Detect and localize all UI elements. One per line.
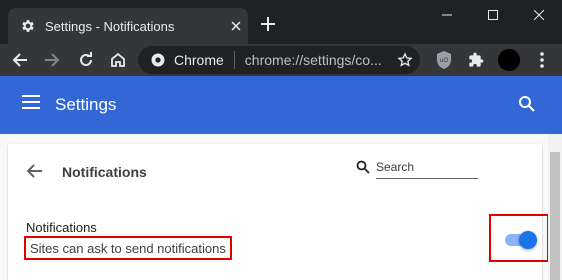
minimize-icon[interactable] xyxy=(424,0,470,30)
search-input[interactable] xyxy=(376,155,478,179)
star-icon[interactable] xyxy=(396,51,414,69)
plus-icon[interactable] xyxy=(258,14,278,34)
tab-title: Settings - Notifications xyxy=(45,18,175,34)
menu-dots-icon[interactable] xyxy=(530,48,554,72)
search-icon xyxy=(356,160,376,180)
avatar[interactable] xyxy=(498,49,520,71)
chrome-logo-icon xyxy=(150,52,166,68)
back-arrow-icon[interactable] xyxy=(26,162,46,182)
back-arrow-icon[interactable] xyxy=(8,48,32,72)
tab-strip: Settings - Notifications xyxy=(0,0,562,44)
gear-icon xyxy=(20,18,36,34)
close-icon[interactable] xyxy=(227,17,245,35)
browser-toolbar: Chrome chrome://settings/co... uO xyxy=(0,44,562,76)
toggle-knob xyxy=(519,231,537,249)
notifications-row-sublabel: Sites can ask to send notifications xyxy=(24,236,232,260)
settings-header: Settings xyxy=(0,76,562,134)
extensions-puzzle-icon[interactable] xyxy=(464,48,488,72)
hamburger-menu-icon[interactable] xyxy=(22,95,42,115)
omnibox-url[interactable]: chrome://settings/co... xyxy=(245,52,395,68)
notifications-toggle[interactable] xyxy=(505,231,537,249)
search-icon[interactable] xyxy=(518,95,538,115)
home-icon[interactable] xyxy=(106,48,130,72)
settings-title: Settings xyxy=(55,95,117,114)
ublock-icon[interactable]: uO xyxy=(432,48,456,72)
omnibox[interactable]: Chrome chrome://settings/co... xyxy=(138,46,420,74)
toggle-highlight xyxy=(489,214,549,262)
omnibox-divider xyxy=(233,51,235,69)
notifications-row-label: Notifications xyxy=(26,220,97,235)
page-title: Notifications xyxy=(62,164,147,180)
notifications-card: Notifications Notifications Sites can as… xyxy=(8,144,549,280)
scrollbar[interactable] xyxy=(548,134,562,280)
window-close-icon[interactable] xyxy=(516,0,562,30)
svg-text:uO: uO xyxy=(440,58,448,64)
scrollbar-thumb[interactable] xyxy=(550,152,560,280)
tab-settings-notifications[interactable]: Settings - Notifications xyxy=(8,8,248,44)
forward-arrow-icon[interactable] xyxy=(40,48,64,72)
reload-icon[interactable] xyxy=(74,48,98,72)
settings-content: Notifications Notifications Sites can as… xyxy=(0,134,562,280)
omnibox-chip: Chrome xyxy=(174,52,224,68)
maximize-icon[interactable] xyxy=(470,0,516,30)
